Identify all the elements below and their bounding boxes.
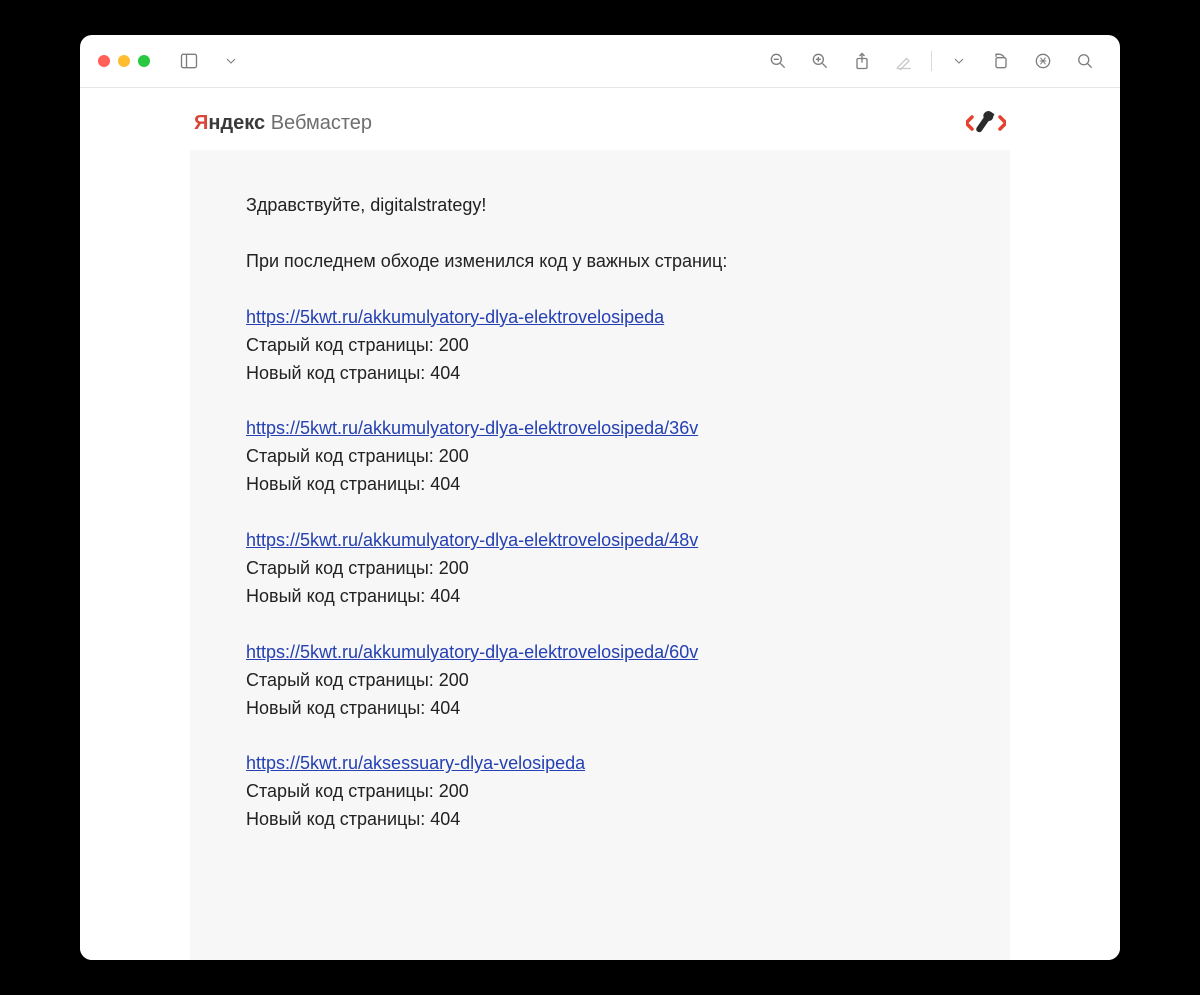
yandex-webmaster-logo: Яндекс Вебмастер — [194, 112, 372, 135]
page-url-link[interactable]: https://5kwt.ru/aksessuary-dlya-velosipe… — [246, 753, 585, 773]
page-url-link[interactable]: https://5kwt.ru/akkumulyatory-dlya-elekt… — [246, 418, 698, 438]
webmaster-wrench-icon — [966, 108, 1006, 138]
titlebar — [80, 35, 1120, 88]
toolbar-separator — [931, 51, 932, 71]
url-entry: https://5kwt.ru/aksessuary-dlya-velosipe… — [246, 750, 954, 834]
logo-letter-ya: Я — [194, 112, 208, 134]
intro-block: При последнем обходе изменился код у важ… — [246, 248, 954, 276]
url-entry: https://5kwt.ru/akkumulyatory-dlya-elekt… — [246, 639, 954, 723]
close-window-button[interactable] — [98, 55, 110, 67]
markup-menu-chevron-icon[interactable] — [942, 46, 976, 76]
email-header: Яндекс Вебмастер — [190, 102, 1010, 150]
fullscreen-window-button[interactable] — [138, 55, 150, 67]
markup-button[interactable] — [887, 46, 921, 76]
new-code-line: Новый код страницы: 404 — [246, 583, 954, 611]
old-code-line: Старый код страницы: 200 — [246, 443, 954, 471]
logo-letters-ndex: ндекс — [208, 112, 265, 134]
url-entries-list: https://5kwt.ru/akkumulyatory-dlya-elekt… — [246, 304, 954, 834]
greeting-text: Здравствуйте, digitalstrategy! — [246, 192, 954, 220]
sidebar-menu-chevron-icon[interactable] — [214, 46, 248, 76]
url-entry: https://5kwt.ru/akkumulyatory-dlya-elekt… — [246, 304, 954, 388]
page-url-link[interactable]: https://5kwt.ru/akkumulyatory-dlya-elekt… — [246, 530, 698, 550]
new-code-line: Новый код страницы: 404 — [246, 806, 954, 834]
intro-text: При последнем обходе изменился код у важ… — [246, 248, 954, 276]
url-entry: https://5kwt.ru/akkumulyatory-dlya-elekt… — [246, 527, 954, 611]
email-body: Здравствуйте, digitalstrategy! При после… — [190, 150, 1010, 960]
old-code-line: Старый код страницы: 200 — [246, 332, 954, 360]
old-code-line: Старый код страницы: 200 — [246, 667, 954, 695]
new-code-line: Новый код страницы: 404 — [246, 360, 954, 388]
sidebar-toggle-button[interactable] — [172, 46, 206, 76]
old-code-line: Старый код страницы: 200 — [246, 555, 954, 583]
url-entry: https://5kwt.ru/akkumulyatory-dlya-elekt… — [246, 415, 954, 499]
logo-word-webmaster: Вебмастер — [265, 112, 372, 134]
email-container: Яндекс Вебмастер Здравствуйте, digitalst… — [190, 88, 1010, 960]
new-code-line: Новый код страницы: 404 — [246, 695, 954, 723]
new-code-line: Новый код страницы: 404 — [246, 471, 954, 499]
app-window: Яндекс Вебмастер Здравствуйте, digitalst… — [80, 35, 1120, 960]
zoom-out-button[interactable] — [761, 46, 795, 76]
window-controls — [98, 55, 150, 67]
page-url-link[interactable]: https://5kwt.ru/akkumulyatory-dlya-elekt… — [246, 642, 698, 662]
share-button[interactable] — [845, 46, 879, 76]
content-scroll[interactable]: Яндекс Вебмастер Здравствуйте, digitalst… — [80, 88, 1120, 960]
zoom-in-button[interactable] — [803, 46, 837, 76]
rotate-button[interactable] — [984, 46, 1018, 76]
greeting-block: Здравствуйте, digitalstrategy! — [246, 192, 954, 220]
page-url-link[interactable]: https://5kwt.ru/akkumulyatory-dlya-elekt… — [246, 307, 664, 327]
search-button[interactable] — [1068, 46, 1102, 76]
minimize-window-button[interactable] — [118, 55, 130, 67]
old-code-line: Старый код страницы: 200 — [246, 778, 954, 806]
highlight-button[interactable] — [1026, 46, 1060, 76]
